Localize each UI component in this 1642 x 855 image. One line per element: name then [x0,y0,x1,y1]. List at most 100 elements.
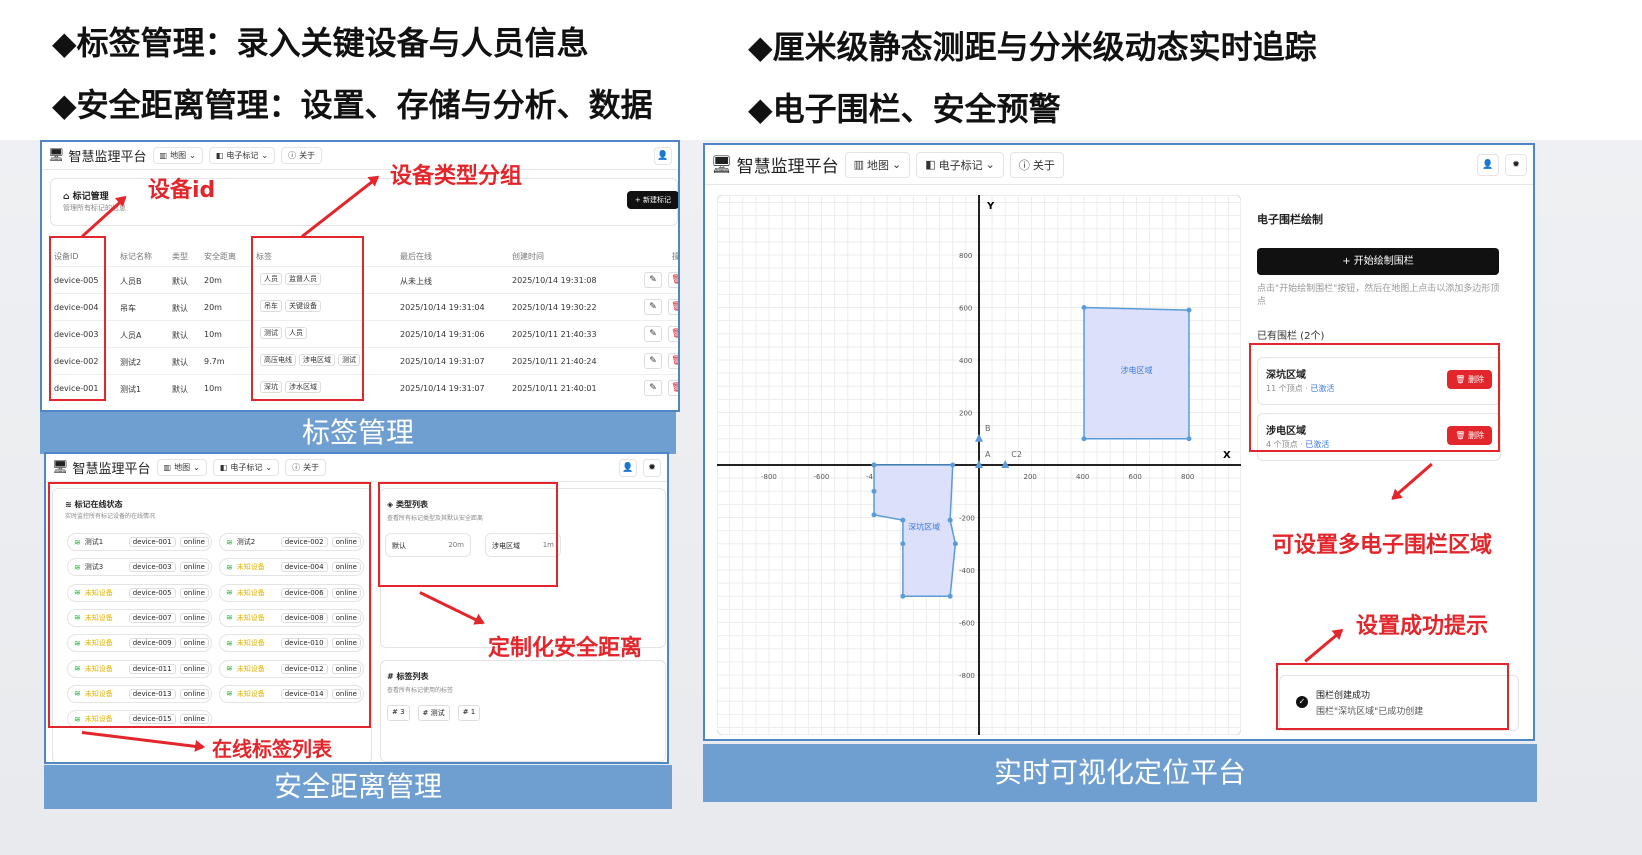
brand[interactable]: 🖥 智慧监理平台 [711,152,839,178]
anchor-label: C2 [1011,450,1022,459]
vertex [900,541,906,547]
cell-name: 人员B [120,277,142,286]
cell-distance: 9.7m [204,357,225,366]
y-tick-label: -800 [959,672,975,680]
annotation-device-id: 设备id [148,178,216,203]
headline-tag-mgmt: ◆标签管理：录入关键设备与人员信息 [52,24,589,62]
cell-distance: 20m [204,303,222,312]
cell-created: 2025/10/11 21:40:01 [512,384,597,393]
nav-map[interactable]: ▥ 地图 ⌄ [156,459,207,476]
trash-icon[interactable]: 🗑 [668,299,678,315]
info-icon: ⓘ [288,151,297,160]
cell-name: 测试2 [120,358,142,367]
nav-about[interactable]: ⓘ 关于 [285,459,327,476]
nav-about[interactable]: ⓘ 关于 [1009,151,1064,178]
tag-icon-title: ⌂ 标记管理 [63,192,109,202]
x-tick-label: 800 [1181,473,1194,481]
trash-icon[interactable]: 🗑 [668,326,678,342]
vertex [950,462,956,468]
cell-created: 2025/10/11 21:40:33 [512,330,597,339]
edit-icon[interactable]: ✎ [644,272,662,288]
app-navbar-3: 🖥 智慧监理平台 ▥ 地图 ⌄ ◧ 电子标记 ⌄ ⓘ 关于 👤 ✹ [705,145,1533,185]
table-row: device-003 人员A 默认 10m 测试 人员 2025/10/14 19:31:0… [54,320,678,347]
brand[interactable]: 🖥 智慧监理平台 [48,146,147,165]
user-icon[interactable]: 👤 [1477,153,1499,176]
chevron-down-icon: ⌄ [265,463,273,472]
table-header: 设备ID 标记名称 类型 安全距离 标签 最后在线 创建时间操 [54,242,680,269]
cell-created: 2025/10/14 19:30:22 [512,303,597,312]
chevron-down-icon: ⌄ [892,158,902,171]
highlight-id-column [49,236,106,401]
chevron-down-icon: ⌄ [261,151,269,160]
tag-chip[interactable]: # 测试 [417,705,450,721]
trash-icon[interactable]: 🗑 [668,353,678,369]
user-icon[interactable]: 👤 [619,458,637,477]
vertex [871,462,877,468]
x-tick-label: 400 [1076,473,1089,481]
cell-last-online: 2025/10/14 19:31:04 [400,303,485,312]
map-canvas[interactable]: X Y -800 -600 -400 -200 200 400 600 800 800 600 400 2… [717,195,1241,735]
map-icon: ▥ [159,151,168,160]
cell-name: 测试1 [120,385,142,394]
headline-ranging: ◆厘米级静态测距与分米级动态实时追踪 [748,28,1317,66]
highlight-online-list [48,482,371,728]
hash-icon: # [387,672,394,681]
settings-icon[interactable]: ✹ [643,458,661,477]
chevron-down-icon: ⌄ [193,463,200,472]
x-tick-label: 600 [1129,473,1142,481]
nav-map[interactable]: ▥ 地图 ⌄ [152,147,203,164]
map-icon: ▥ [853,158,864,171]
x-axis-label: X [1223,450,1231,461]
vertex [1186,307,1192,313]
column-header: 创建时间 [512,252,544,261]
edit-icon[interactable]: ✎ [644,380,662,396]
cell-type: 默认 [172,358,188,367]
new-tag-button[interactable]: + 新建标记 [626,191,678,209]
vertex [900,517,906,523]
trash-icon[interactable]: 🗑 [668,272,678,288]
vertex [900,593,906,599]
vertex [871,488,877,494]
app-navbar: 🖥 智慧监理平台 ▥ 地图 ⌄ ◧ 电子标记 ⌄ ⓘ 关于 👤 [42,142,678,170]
nav-about[interactable]: ⓘ 关于 [281,147,323,164]
edit-icon[interactable]: ✎ [644,299,662,315]
tag-chip[interactable]: # 1 [457,705,481,721]
y-tick-label: 200 [959,410,972,418]
column-header: 类型 [172,252,188,261]
tag-chip[interactable]: # 3 [387,705,410,721]
edit-icon[interactable]: ✎ [644,353,662,369]
nav-marks[interactable]: ◧ 电子标记 ⌄ [212,459,280,476]
cell-name: 吊车 [120,304,136,313]
start-draw-button[interactable]: + 开始绘制围栏 [1257,248,1499,275]
column-header: 操 [672,252,680,261]
info-icon: ⓘ [1018,158,1030,172]
y-tick-label: 800 [959,252,972,260]
cell-distance: 10m [204,384,222,393]
vertex [952,541,958,547]
anchor-label: A [985,450,991,459]
annotation-multi-fence: 可设置多电子围栏区域 [1272,533,1493,558]
brand[interactable]: 🖥 智慧监理平台 [52,458,151,477]
nav-marks[interactable]: ◧ 电子标记 ⌄ [208,147,276,164]
cell-type: 默认 [172,304,188,313]
column-header: 最后在线 [400,252,432,261]
map-icon: ▥ [163,463,172,472]
cell-created: 2025/10/11 21:40:24 [512,357,597,366]
cell-last-online: 从未上线 [400,277,432,286]
settings-icon[interactable]: ✹ [1505,153,1527,176]
edit-icon[interactable]: ✎ [644,326,662,342]
nav-marks[interactable]: ◧ 电子标记 ⌄ [916,151,1004,178]
tag-list-card: # 标签列表 查看所有标记使用的标签 # 3 # 测试 # 1 [380,660,666,762]
nav-map[interactable]: ▥ 地图 ⌄ [844,151,911,178]
cell-type: 默认 [172,277,188,286]
tag-chips: # 3 # 测试 # 1 [387,705,483,721]
bookmark-icon: ◧ [215,151,224,160]
y-tick-label: -400 [959,567,975,575]
bookmark-icon: ◧ [925,158,936,171]
chevron-down-icon: ⌄ [985,158,995,171]
trash-icon[interactable]: 🗑 [668,380,678,396]
user-icon[interactable]: 👤 [654,146,672,165]
monitor-icon: 🖥 [711,154,733,175]
caption-safety-dist: 安全距离管理 [44,765,672,809]
vertex [1081,436,1087,442]
